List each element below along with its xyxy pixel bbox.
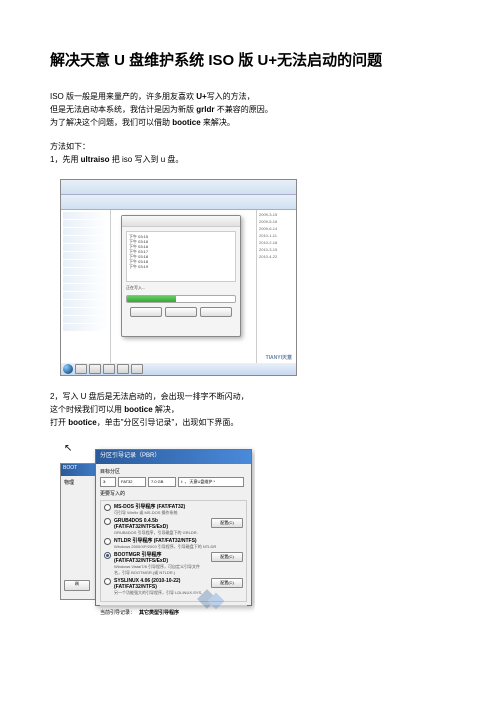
intro-paragraph: ISO 版一般是用来量产的，许多朋友喜欢 U+写入的方法， 但是无法启动本系统，… [50,91,453,129]
dialog-button[interactable] [130,307,162,317]
current-record-value: 其它类型引导程序 [139,609,179,616]
write-type-label: 更要写入的 [100,490,247,497]
step1-paragraph: 方法如下： 1，先用 ultraiso 把 iso 写入到 u 盘。 [50,141,453,167]
taskbar [61,363,296,375]
pbr-dialog: 分区引导记录（PBR） 目标分区 3: FAT32 7.0 GB I: ， 天意… [95,449,252,606]
dialog-button[interactable] [165,307,197,317]
watermark: TIANYI天意 [266,354,292,361]
progress-bar [126,295,236,303]
radio-ntldr[interactable]: NTLDR 引导程序 (FAT/FAT32/NTFS) Windows 2000… [104,538,243,550]
screenshot-bootice: ↖ BOOT 物理 刷 分区引导记录（PBR） 目标分区 3: FAT32 7.… [60,441,255,616]
write-dialog: 下午 03:15下午 03:16下午 03:16 下午 03:17下午 03:1… [121,215,241,337]
volume-select[interactable]: I: ， 天意U盘维护 * [178,477,244,487]
step2-paragraph: 2，写入 U 盘后是无法启动的，会出现一排字不断闪动， 这个时候我们可以用 bo… [50,391,453,429]
target-partition-label: 目标分区 [100,468,247,475]
refresh-button[interactable]: 刷 [64,580,90,591]
cursor-icon: ↖ [64,443,72,454]
dialog-button[interactable] [200,307,232,317]
watermark-logo [185,587,235,612]
dialog-title: 分区引导记录（PBR） [96,450,251,464]
size-field: 7.0 GB [148,477,176,487]
screenshot-ultraiso: 下午 03:15下午 03:16下午 03:16 下午 03:17下午 03:1… [60,179,297,376]
radio-grub4dos[interactable]: GRUB4DOS 0.4.5b (FAT/FAT32/NTFS/ExD) GRU… [104,518,243,536]
current-record-label: 当前引导记录： [100,609,135,616]
config-button[interactable]: 配置(C) [211,552,243,562]
config-button[interactable]: 配置(C) [211,518,243,528]
radio-bootmgr[interactable]: BOOTMGR 引导程序 (FAT/FAT32/NTFS/ExD) Window… [104,552,243,576]
fs-select[interactable]: FAT32 [118,477,146,487]
drive-select[interactable]: 3: [100,477,116,487]
page-title: 解决天意 U 盘维护系统 ISO 版 U+无法启动的问题 [50,50,453,71]
start-orb[interactable] [63,364,73,374]
radio-msdos[interactable]: MS-DOS 引导程序 (FAT/FAT32) 可引导 Win9x 或 MS-D… [104,504,243,516]
